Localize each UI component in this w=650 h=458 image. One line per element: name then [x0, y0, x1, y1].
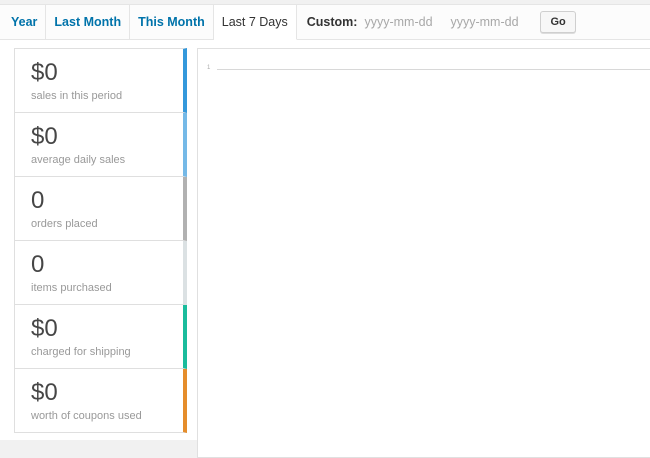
legend-value: 0 [31, 187, 45, 214]
custom-range: Custom: Go [297, 5, 576, 39]
legend-description: average daily sales [31, 154, 126, 166]
end-date-input[interactable] [450, 15, 529, 29]
legend-item-average-daily-sales[interactable]: $0 average daily sales [14, 113, 187, 177]
tab-year[interactable]: Year [0, 5, 47, 39]
legend-value: $0 [31, 59, 58, 86]
tab-this-month[interactable]: This Month [130, 5, 214, 39]
tab-last-7-days[interactable]: Last 7 Days [213, 5, 297, 40]
legend-description: charged for shipping [31, 346, 131, 358]
legend-description: sales in this period [31, 90, 123, 102]
sales-chart: 1 [197, 48, 650, 458]
legend-item-coupons[interactable]: $0 worth of coupons used [14, 369, 187, 433]
legend-value: 0 [31, 251, 45, 278]
legend-description: orders placed [31, 218, 98, 230]
custom-range-label: Custom: [306, 15, 358, 29]
chart-gridline [217, 69, 650, 70]
legend-item-shipping[interactable]: $0 charged for shipping [14, 305, 187, 369]
tab-last-month[interactable]: Last Month [46, 5, 131, 39]
legend-value: $0 [31, 123, 58, 150]
legend-item-sales[interactable]: $0 sales in this period [14, 48, 187, 113]
y-axis-tick-label: 1 [207, 65, 211, 71]
legend-value: $0 [31, 379, 58, 406]
legend-description: worth of coupons used [31, 410, 142, 422]
legend-item-orders-placed[interactable]: 0 orders placed [14, 177, 187, 241]
go-button[interactable]: Go [540, 11, 576, 33]
legend-value: $0 [31, 315, 58, 342]
legend-item-items-purchased[interactable]: 0 items purchased [14, 241, 187, 305]
date-range-tabs: Year Last Month This Month Last 7 Days C… [0, 4, 650, 40]
report-area: $0 sales in this period $0 average daily… [0, 40, 650, 458]
legend-description: items purchased [31, 282, 112, 294]
chart-legend: $0 sales in this period $0 average daily… [14, 48, 187, 433]
start-date-input[interactable] [364, 15, 443, 29]
